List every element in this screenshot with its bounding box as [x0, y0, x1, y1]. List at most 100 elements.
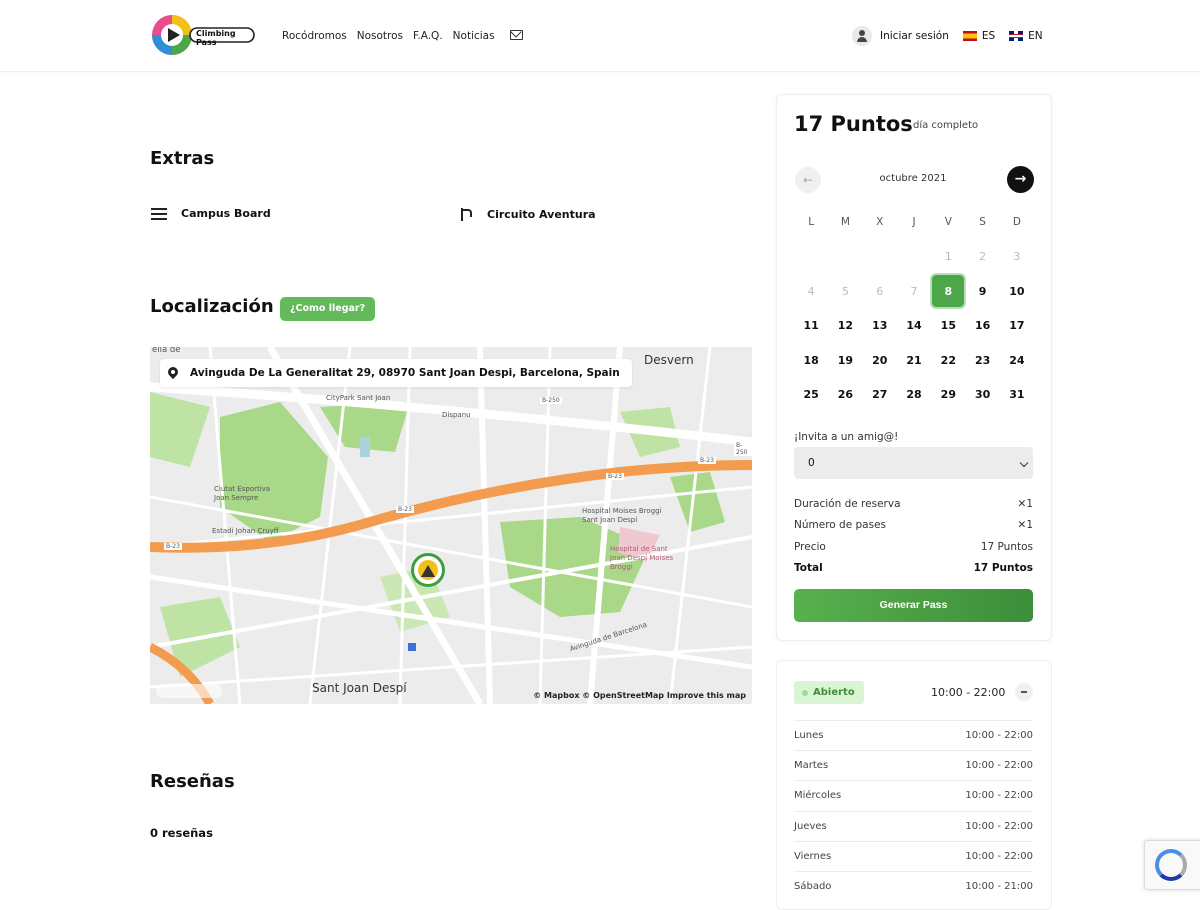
calendar-day[interactable]: 25	[794, 378, 828, 413]
map-label: CityPark Sant Joan	[326, 394, 391, 402]
calendar-day[interactable]: 11	[794, 309, 828, 344]
summary-total-row: Total 17 Puntos	[794, 558, 1033, 580]
spain-flag-icon	[962, 31, 977, 41]
total-label: Total	[794, 562, 823, 575]
calendar-day[interactable]: 16	[965, 309, 999, 344]
nav-nosotros[interactable]: Nosotros	[357, 30, 403, 42]
summary-value: ✕1	[1017, 497, 1033, 510]
calendar-month: octubre 2021	[879, 173, 947, 184]
user-area: Iniciar sesión ES EN	[852, 26, 1043, 46]
location-pin-icon	[168, 367, 178, 379]
invite-value: 0	[808, 457, 815, 469]
hours-day: Jueves	[794, 820, 827, 832]
calendar-day[interactable]: 17	[1000, 309, 1034, 344]
hours-row: Martes 10:00 - 22:00	[794, 750, 1033, 780]
hours-time: 10:00 - 22:00	[965, 850, 1033, 862]
map-label: Estadi Johan Cruyff	[212, 527, 279, 535]
total-value: 17 Puntos	[973, 562, 1033, 575]
extras-title: Extras	[150, 148, 215, 169]
calendar-day[interactable]: 31	[1000, 378, 1034, 413]
points-price: 17 Puntos	[794, 112, 913, 136]
gym-location-marker[interactable]	[411, 553, 445, 587]
how-to-get-button[interactable]: ¿Como llegar?	[280, 297, 376, 321]
hours-row: Sábado 10:00 - 21:00	[794, 870, 1033, 901]
calendar-empty-cell	[897, 240, 931, 275]
logo-text: Climbing Pass	[196, 29, 236, 47]
weekday-header: L	[808, 216, 815, 229]
road-label: B-23	[698, 457, 716, 464]
hours-time: 10:00 - 22:00	[965, 820, 1033, 832]
hours-day: Miércoles	[794, 790, 842, 802]
extra-label: Circuito Aventura	[487, 207, 596, 221]
calendar-day[interactable]: 20	[863, 343, 897, 378]
calendar-day: 1	[944, 250, 952, 264]
collapse-icon[interactable]	[1015, 683, 1033, 701]
extra-campus-board: Campus Board	[151, 207, 271, 220]
map-label: Hospital de Sant Joan Despí Moises Brogg…	[610, 545, 674, 571]
top-header: Climbing Pass Rocódromos Nosotros F.A.Q.…	[0, 0, 1200, 72]
recaptcha-badge[interactable]	[1144, 840, 1200, 890]
calendar-day[interactable]: 18	[794, 343, 828, 378]
invite-select[interactable]: 0	[794, 447, 1033, 479]
user-icon[interactable]	[852, 26, 872, 46]
nav-noticias[interactable]: Noticias	[453, 30, 495, 42]
summary-label: Precio	[794, 540, 826, 553]
calendar-day[interactable]: 12	[828, 309, 862, 344]
next-month-button[interactable]: →	[1007, 166, 1034, 193]
summary-label: Duración de reserva	[794, 497, 901, 510]
reviews-count: 0 reseñas	[150, 826, 213, 840]
calendar-day[interactable]: 19	[828, 343, 862, 378]
hours-day: Viernes	[794, 850, 832, 862]
mapbox-logo[interactable]	[156, 684, 222, 698]
hours-day: Sábado	[794, 881, 832, 893]
calendar-day[interactable]: 15	[931, 309, 965, 344]
prev-month-button[interactable]: ←	[795, 167, 821, 193]
calendar-day[interactable]: 26	[828, 378, 862, 413]
open-status-label: Abierto	[813, 687, 855, 698]
map-attribution[interactable]: © Mapbox © OpenStreetMap Improve this ma…	[533, 691, 746, 700]
calendar-day[interactable]: 23	[965, 343, 999, 378]
calendar-day: 2	[979, 250, 987, 264]
calendar-day[interactable]: 9	[965, 274, 999, 309]
nav-faq[interactable]: F.A.Q.	[413, 30, 443, 42]
map-label: Hospital Moises Broggi Sant Joan Despí	[582, 507, 662, 524]
calendar-day[interactable]: 13	[863, 309, 897, 344]
calendar-day[interactable]: 10	[1000, 274, 1034, 309]
climbing-pass-logo[interactable]: Climbing Pass	[150, 12, 258, 58]
generate-pass-button[interactable]: Generar Pass	[794, 589, 1033, 622]
route-icon	[459, 206, 473, 222]
mail-icon[interactable]	[510, 30, 523, 40]
login-link[interactable]: Iniciar sesión	[880, 30, 949, 42]
road-label: B-250	[734, 442, 752, 456]
address-text: Avinguda De La Generalitat 29, 08970 San…	[190, 367, 620, 379]
calendar-day[interactable]: 28	[897, 378, 931, 413]
calendar-day[interactable]: 27	[863, 378, 897, 413]
lang-en[interactable]: EN	[1009, 30, 1043, 42]
map-label: Sant Joan Despí	[312, 681, 407, 695]
calendar-day[interactable]: 21	[897, 343, 931, 378]
chevron-down-icon	[1019, 458, 1029, 468]
road-label: B-23	[606, 473, 624, 480]
calendar-day[interactable]: 29	[931, 378, 965, 413]
calendar-day[interactable]: 24	[1000, 343, 1034, 378]
invite-label: ¡Invita a un amig@!	[794, 431, 899, 443]
booking-card: 17 Puntos día completo ← octubre 2021 → …	[776, 94, 1052, 641]
lang-es[interactable]: ES	[962, 30, 995, 42]
weekday-header: S	[979, 216, 986, 229]
summary-value: 17 Puntos	[980, 540, 1033, 553]
calendar-day-selected[interactable]: 8	[930, 273, 967, 310]
map-label: Desvern	[644, 353, 694, 367]
summary-value: ✕1	[1017, 519, 1033, 532]
weekday-header: M	[840, 216, 850, 229]
calendar-day[interactable]: 30	[965, 378, 999, 413]
calendar-day[interactable]: 14	[897, 309, 931, 344]
location-title: Localización	[150, 296, 274, 317]
calendar-day[interactable]: 22	[931, 343, 965, 378]
location-map[interactable]: Avinguda De La Generalitat 29, 08970 San…	[150, 347, 752, 704]
calendar-day: 7	[910, 284, 918, 298]
road-label: B-23	[164, 543, 182, 550]
hours-time: 10:00 - 22:00	[965, 790, 1033, 802]
extra-label: Campus Board	[181, 207, 271, 220]
nav-rocodromos[interactable]: Rocódromos	[282, 30, 347, 42]
map-label: Dispanu	[442, 411, 471, 419]
